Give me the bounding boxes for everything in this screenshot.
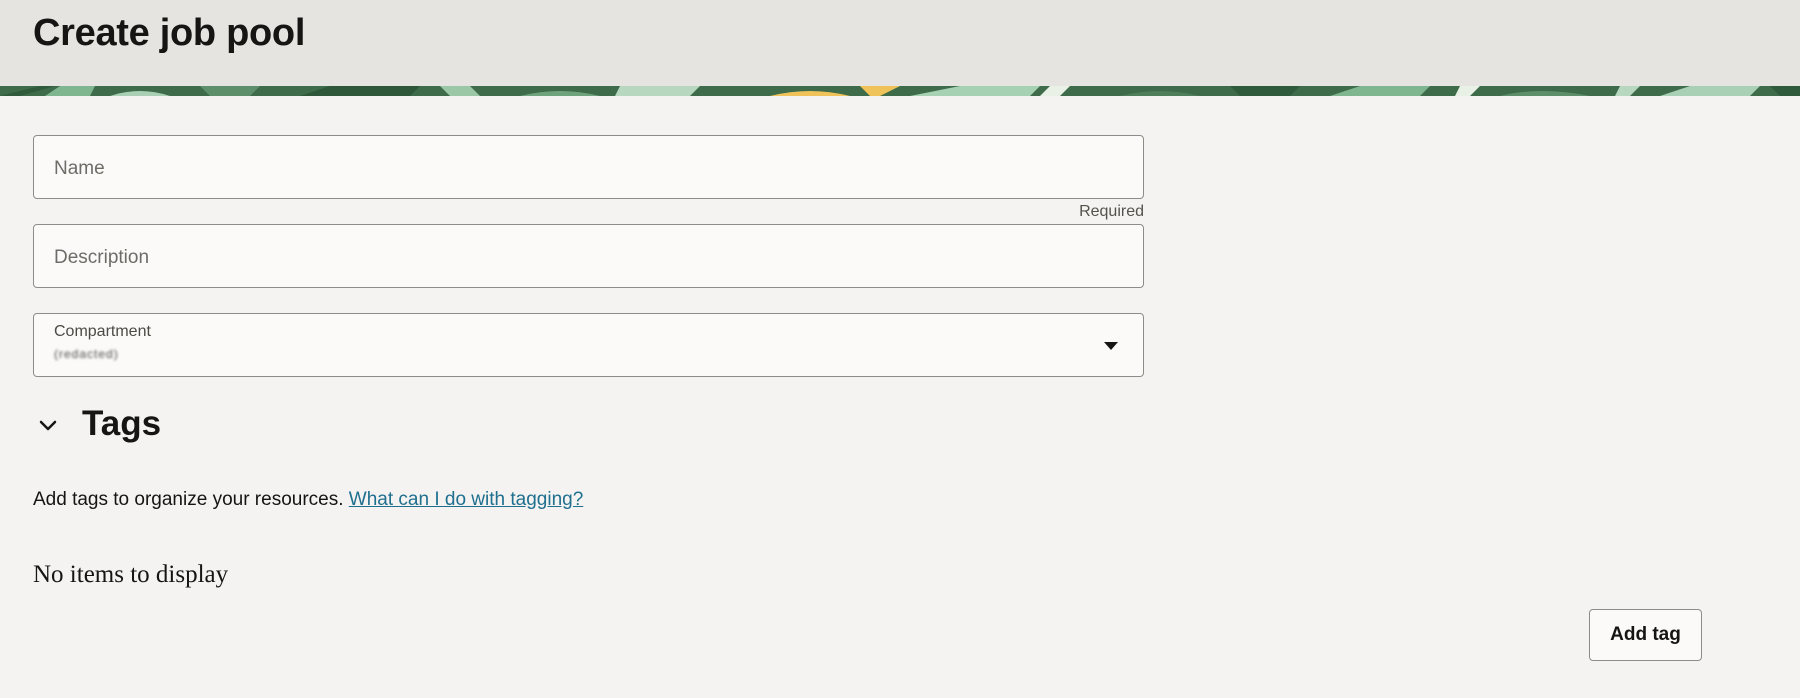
chevron-down-icon (39, 420, 57, 431)
compartment-value: (redacted) (54, 347, 119, 361)
tags-description-text: Add tags to organize your resources. (33, 489, 344, 510)
tags-empty-state: No items to display (33, 561, 229, 588)
caret-down-icon[interactable] (1104, 342, 1118, 350)
description-field[interactable]: Description (33, 224, 1144, 288)
compartment-label: Compartment (54, 323, 151, 340)
name-input[interactable] (34, 136, 1143, 198)
tags-description: Add tags to organize your resources. Wha… (33, 489, 583, 511)
tags-section-title: Tags (82, 404, 162, 443)
name-field[interactable]: Name (33, 135, 1144, 199)
page-title: Create job pool (33, 12, 306, 54)
compartment-select[interactable]: Compartment (redacted) (33, 313, 1144, 377)
tags-collapse-toggle[interactable] (36, 414, 60, 438)
page-header: Create job pool (0, 0, 1800, 86)
description-input[interactable] (34, 225, 1143, 287)
name-required-hint: Required (1079, 203, 1144, 220)
tagging-help-link[interactable]: What can I do with tagging? (349, 489, 583, 510)
decorative-banner (0, 86, 1800, 96)
add-tag-button[interactable]: Add tag (1589, 609, 1702, 661)
